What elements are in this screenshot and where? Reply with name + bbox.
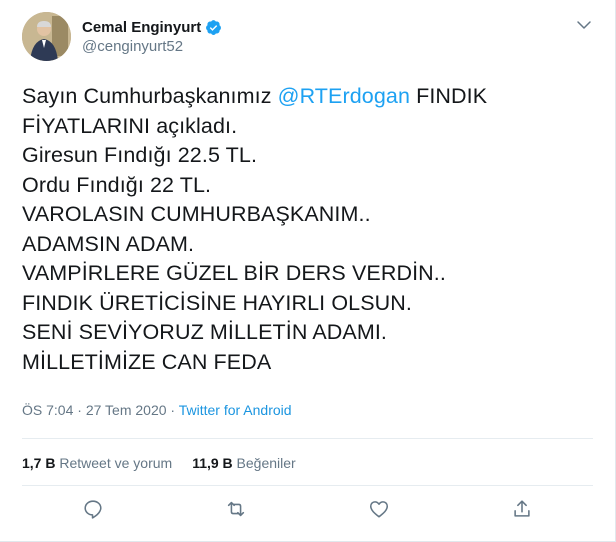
tweet-actions (22, 497, 593, 521)
tweet-line: SENİ SEVİYORUZ MİLLETİN ADAMI. (22, 320, 387, 344)
retweets-label: Retweet ve yorum (55, 455, 173, 471)
tweet-stats: 1,7 B Retweet ve yorum 11,9 B Beğeniler (22, 455, 316, 471)
tweet-line: Ordu Fındığı 22 TL. (22, 172, 212, 197)
mention-link[interactable]: @RTErdogan (278, 84, 410, 108)
likes-count: 11,9 B (192, 455, 233, 471)
tweet-line: VAROLASIN CUMHURBAŞKANIM.. (22, 202, 371, 226)
name-row: Cemal Enginyurt (82, 19, 222, 36)
reply-icon[interactable] (81, 497, 105, 521)
tweet-text-segment: FINDIK (410, 84, 488, 108)
tweet-line: VAMPİRLERE GÜZEL BİR DERS VERDİN.. (22, 261, 446, 285)
tweet-card: Cemal Enginyurt @cenginyurt52 Sayın Cumh… (0, 0, 616, 542)
tweet-line: ADAMSIN ADAM. (22, 231, 195, 256)
user-names: Cemal Enginyurt @cenginyurt52 (82, 19, 222, 55)
chevron-down-icon[interactable] (575, 16, 593, 34)
tweet-line: FINDIK ÜRETİCİSİNE HAYIRLI OLSUN. (22, 290, 412, 315)
display-name[interactable]: Cemal Enginyurt (82, 19, 201, 36)
meta-separator: · (73, 402, 86, 418)
tweet-header: Cemal Enginyurt @cenginyurt52 (22, 12, 222, 61)
avatar[interactable] (22, 12, 71, 61)
user-handle[interactable]: @cenginyurt52 (82, 38, 222, 55)
tweet-source-link[interactable]: Twitter for Android (179, 402, 292, 418)
retweets-count: 1,7 B (22, 455, 56, 471)
likes-label: Beğeniler (232, 455, 296, 471)
retweet-icon[interactable] (224, 497, 248, 521)
tweet-text: Sayın Cumhurbaşkanımız @RTErdogan FINDIK… (22, 82, 602, 377)
divider (22, 438, 593, 439)
tweet-line: Giresun Fındığı 22.5 TL. (22, 143, 258, 167)
heart-icon[interactable] (367, 497, 391, 521)
share-icon[interactable] (510, 497, 534, 521)
tweet-line: MİLLETİMİZE CAN FEDA (22, 349, 272, 374)
retweets-stat[interactable]: 1,7 B Retweet ve yorum (22, 455, 172, 471)
verified-badge-icon (205, 19, 222, 36)
tweet-time[interactable]: ÖS 7:04 (22, 402, 73, 418)
meta-separator: · (166, 402, 179, 418)
tweet-line: Sayın Cumhurbaşkanımız @RTErdogan FINDIK (22, 82, 602, 112)
tweet-meta: ÖS 7:04 · 27 Tem 2020 · Twitter for Andr… (22, 402, 292, 418)
tweet-text-segment: Sayın Cumhurbaşkanımız (22, 84, 278, 108)
tweet-date[interactable]: 27 Tem 2020 (86, 402, 167, 418)
tweet-line: FİYATLARINI açıkladı. (22, 113, 238, 138)
divider (22, 485, 593, 486)
likes-stat[interactable]: 11,9 B Beğeniler (192, 455, 296, 471)
